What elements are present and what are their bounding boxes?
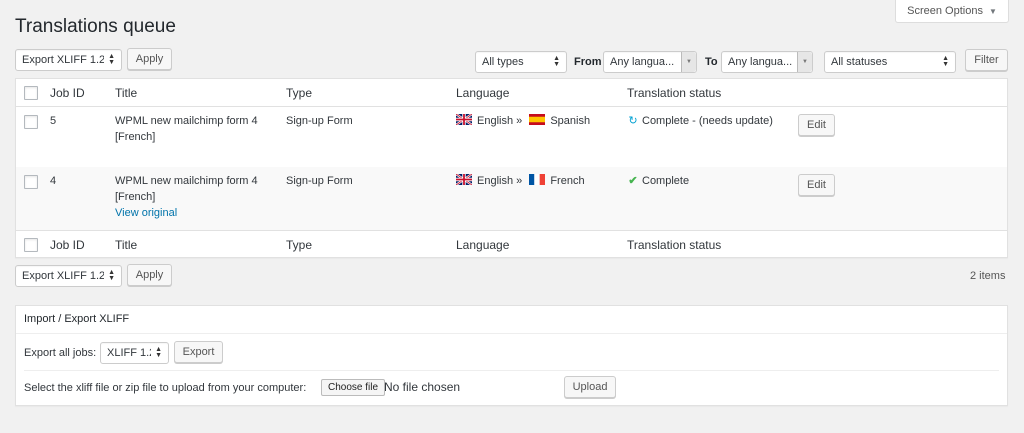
column-translation-status[interactable]: Translation status bbox=[627, 85, 721, 101]
page-title: Translations queue bbox=[15, 16, 176, 37]
from-label: From bbox=[574, 56, 602, 68]
spain-flag-icon bbox=[529, 114, 546, 125]
uk-flag-icon bbox=[456, 174, 472, 185]
select-arrows-icon: ▲ ▼ bbox=[155, 346, 162, 359]
job-title: WPML new mailchimp form 4 bbox=[115, 115, 258, 127]
column-language[interactable]: Language bbox=[456, 237, 509, 253]
status-text: Complete bbox=[642, 175, 690, 187]
screen-options-label: Screen Options bbox=[907, 5, 983, 17]
to-label: To bbox=[705, 56, 718, 68]
job-id: 5 bbox=[50, 115, 57, 127]
select-all-checkbox[interactable] bbox=[24, 86, 38, 100]
select-all-checkbox-footer[interactable] bbox=[24, 238, 38, 252]
translation-status: ✔ Complete bbox=[627, 173, 689, 189]
view-original-link[interactable]: View original bbox=[115, 205, 177, 221]
jobs-table: Job ID Title Type Language Translation s… bbox=[15, 78, 1008, 258]
target-language: French bbox=[550, 175, 585, 187]
type-filter-select[interactable]: All types ▲ ▼ bbox=[475, 51, 567, 73]
choose-file-button[interactable]: Choose file bbox=[321, 379, 386, 396]
edit-button[interactable]: Edit bbox=[798, 174, 835, 196]
column-type[interactable]: Type bbox=[286, 237, 312, 253]
table-row: 5 WPML new mailchimp form 4 [French] Sig… bbox=[16, 107, 1007, 167]
bulk-action-select-top[interactable]: Export XLIFF 1.2 ▲ ▼ bbox=[15, 49, 122, 71]
export-label: Export all jobs: bbox=[24, 347, 97, 359]
divider bbox=[24, 370, 999, 371]
column-title[interactable]: Title bbox=[115, 237, 137, 253]
select-arrows-icon: ▲ ▼ bbox=[108, 269, 115, 282]
row-checkbox[interactable] bbox=[24, 175, 38, 189]
job-id: 4 bbox=[50, 175, 57, 187]
job-type: Sign-up Form bbox=[286, 115, 353, 127]
from-language-select[interactable]: Any langua... ▼ bbox=[603, 51, 697, 73]
job-language: English » French bbox=[456, 173, 585, 189]
select-arrows-icon: ▲ ▼ bbox=[108, 53, 115, 66]
divider bbox=[16, 333, 1007, 334]
source-language: English » bbox=[477, 175, 523, 187]
column-translation-status[interactable]: Translation status bbox=[627, 237, 721, 253]
table-header-row: Job ID Title Type Language Translation s… bbox=[16, 79, 1007, 107]
uk-flag-icon bbox=[456, 114, 472, 125]
screen-options-button[interactable]: Screen Options ▼ bbox=[895, 0, 1009, 23]
status-filter-select[interactable]: All statuses ▲ ▼ bbox=[824, 51, 956, 73]
checkmark-icon: ✔ bbox=[628, 175, 638, 187]
job-language: English » Spanish bbox=[456, 113, 590, 129]
filter-button[interactable]: Filter bbox=[965, 49, 1008, 71]
no-file-chosen-text: No file chosen bbox=[384, 380, 461, 394]
dropdown-icon: ▼ bbox=[681, 52, 696, 72]
bulk-action-select-bottom[interactable]: Export XLIFF 1.2 ▲ ▼ bbox=[15, 265, 122, 287]
job-title: WPML new mailchimp form 4 bbox=[115, 175, 258, 187]
column-type[interactable]: Type bbox=[286, 85, 312, 101]
dropdown-icon: ▼ bbox=[797, 52, 812, 72]
select-arrows-icon: ▲ ▼ bbox=[553, 55, 560, 68]
table-footer-row: Job ID Title Type Language Translation s… bbox=[16, 230, 1007, 258]
source-language: English » bbox=[477, 115, 523, 127]
job-title-language: [French] bbox=[115, 191, 156, 203]
upload-label: Select the xliff file or zip file to upl… bbox=[24, 382, 307, 394]
items-count: 2 items bbox=[970, 270, 1006, 282]
job-title-language: [French] bbox=[115, 131, 156, 143]
job-type: Sign-up Form bbox=[286, 175, 353, 187]
translation-status: ↻ Complete - (needs update) bbox=[627, 113, 773, 129]
export-format-select[interactable]: XLIFF 1.2 ▲ ▼ bbox=[100, 342, 169, 364]
target-language: Spanish bbox=[550, 115, 591, 127]
column-job-id[interactable]: Job ID bbox=[50, 85, 85, 101]
to-language-select[interactable]: Any langua... ▼ bbox=[721, 51, 813, 73]
status-text: Complete - (needs update) bbox=[642, 115, 773, 127]
france-flag-icon bbox=[529, 174, 546, 185]
refresh-icon: ↻ bbox=[628, 115, 638, 127]
apply-button-bottom[interactable]: Apply bbox=[127, 264, 172, 286]
upload-button[interactable]: Upload bbox=[564, 376, 616, 398]
export-button[interactable]: Export bbox=[174, 341, 223, 363]
column-job-id[interactable]: Job ID bbox=[50, 237, 85, 253]
select-arrows-icon: ▲ ▼ bbox=[942, 55, 949, 68]
column-language[interactable]: Language bbox=[456, 85, 509, 101]
column-title[interactable]: Title bbox=[115, 85, 137, 101]
panel-title: Import / Export XLIFF bbox=[24, 313, 130, 325]
xliff-panel: Import / Export XLIFF Export all jobs: X… bbox=[15, 305, 1008, 406]
edit-button[interactable]: Edit bbox=[798, 114, 835, 136]
caret-down-icon: ▼ bbox=[988, 6, 997, 16]
row-checkbox[interactable] bbox=[24, 115, 38, 129]
table-row: 4 WPML new mailchimp form 4 [French] Vie… bbox=[16, 167, 1007, 230]
apply-button-top[interactable]: Apply bbox=[127, 48, 172, 70]
